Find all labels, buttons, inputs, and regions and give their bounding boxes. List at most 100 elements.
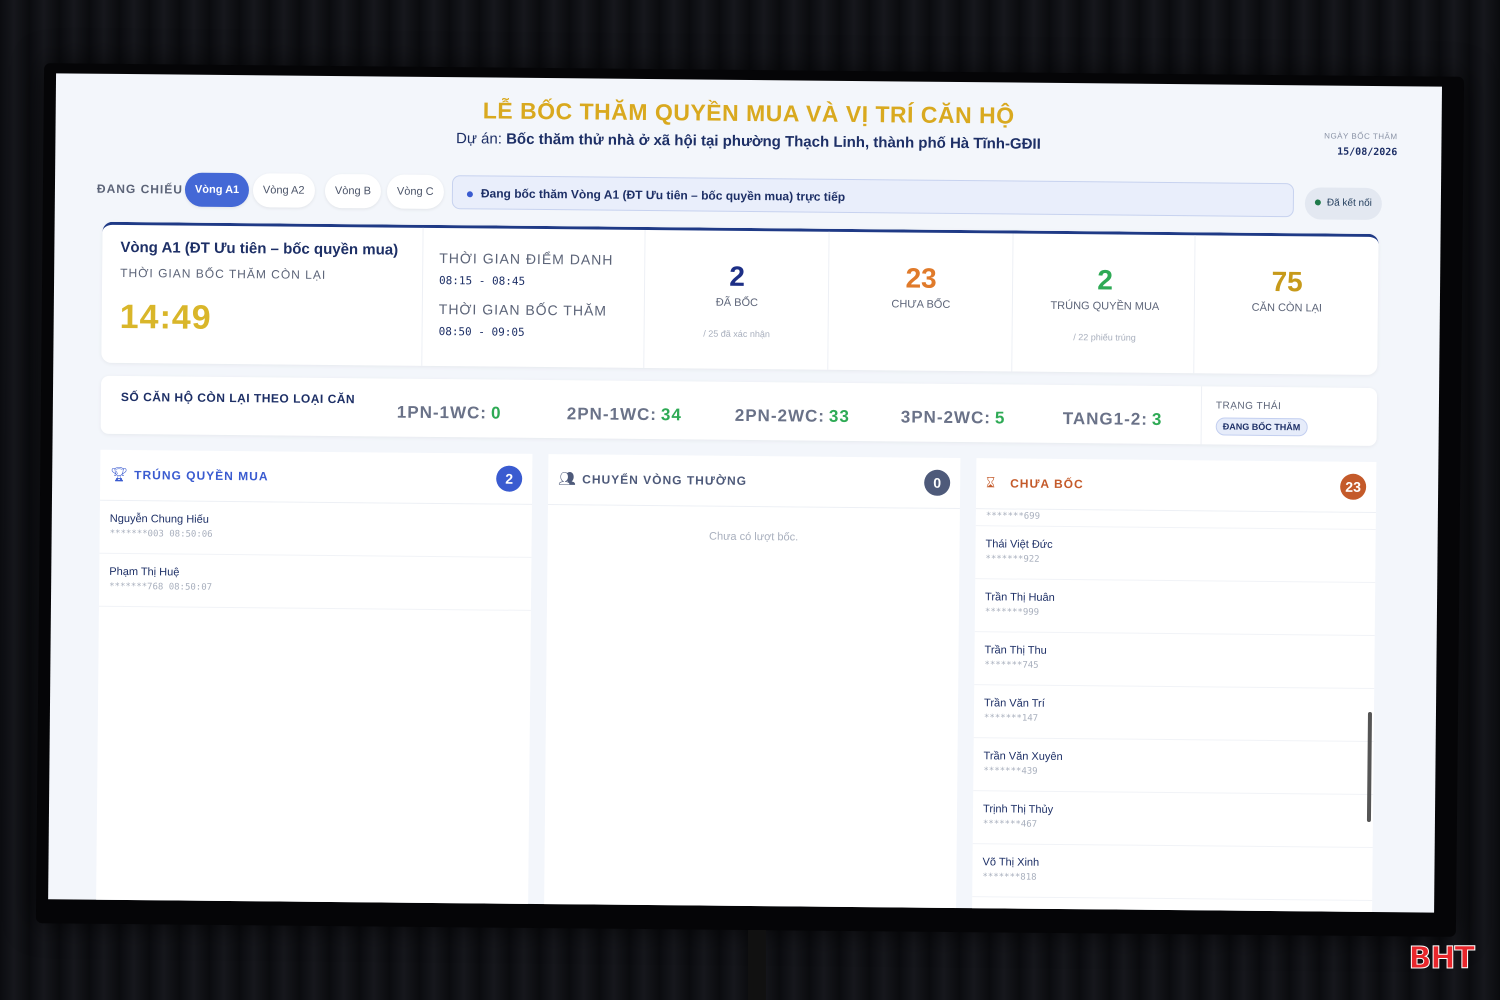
regular-round-header: 👥︎ CHUYỂN VÒNG THƯỜNG 0 bbox=[547, 454, 961, 510]
draw-date-value: 15/08/2026 bbox=[1337, 146, 1398, 159]
person-meta: *******467 bbox=[982, 819, 1038, 830]
person-name: Trần Thị Huân bbox=[985, 591, 1055, 604]
type-3pn-2wc: 3PN-2WC: 5 bbox=[901, 407, 1006, 428]
apartment-types-card: SỐ CĂN HỘ CÒN LẠI THEO LOẠI CĂN 1PN-1WC:… bbox=[100, 375, 1378, 447]
regular-round-count-badge: 0 bbox=[924, 469, 951, 496]
draw-date: NGÀY BỐC THĂM 15/08/2026 bbox=[1324, 131, 1398, 159]
checkin-time: 08:15 - 08:45 bbox=[439, 274, 526, 288]
winners-title: TRÚNG QUYỀN MUA bbox=[134, 468, 269, 484]
regular-round-column: 👥︎ CHUYỂN VÒNG THƯỜNG 0 Chưa có lượt bốc… bbox=[544, 454, 961, 913]
person-name: Nguyễn Chung Hiếu bbox=[109, 512, 209, 526]
stat-label: ĐÃ BỐC bbox=[715, 296, 759, 310]
person-meta: *******003 08:50:06 bbox=[109, 528, 213, 540]
type-count: 3 bbox=[1151, 409, 1163, 429]
type-name: 2PN-2WC: bbox=[734, 405, 826, 426]
type-tang1-2: TANG1-2: 3 bbox=[1063, 409, 1163, 430]
list-item: Phạm Thị Huệ *******768 08:50:07 bbox=[98, 553, 532, 611]
draw-date-label: NGÀY BỐC THĂM bbox=[1324, 131, 1398, 142]
state-label: TRẠNG THÁI bbox=[1215, 400, 1282, 413]
stat-value: 2 bbox=[1097, 264, 1114, 296]
state-badge: ĐANG BỐC THĂM bbox=[1215, 417, 1308, 437]
list-item: Nguyễn Chung Hiếu *******003 08:50:06 bbox=[99, 500, 532, 558]
type-name: TANG1-2: bbox=[1062, 408, 1149, 429]
tab-vong-a2[interactable]: Vòng A2 bbox=[252, 173, 315, 208]
list-item: Trần Thị Huân *******999 bbox=[974, 579, 1376, 637]
remaining-time-label: THỜI GIAN BỐC THĂM CÒN LẠI bbox=[120, 265, 327, 282]
stat-label: CHƯA BỐC bbox=[891, 298, 951, 311]
tab-vong-c[interactable]: Vòng C bbox=[386, 174, 444, 210]
empty-list-message: Chưa có lượt bốc. bbox=[708, 530, 799, 544]
trophy-icon: 🏆︎ bbox=[110, 465, 129, 483]
type-count: 33 bbox=[828, 406, 850, 426]
list-item: Trần Thị Thu *******745 bbox=[974, 632, 1375, 690]
stat-label: TRÚNG QUYỀN MUA bbox=[1050, 299, 1160, 313]
bht-logo: BHT bbox=[1408, 941, 1475, 977]
round-selector: ĐANG CHIẾU Vòng A1 Vòng A2 Vòng B Vòng C… bbox=[97, 170, 1397, 222]
stat-value: 75 bbox=[1271, 265, 1303, 298]
tab-vong-a1[interactable]: Vòng A1 bbox=[184, 172, 250, 208]
person-name: Trần Thị Thu bbox=[984, 644, 1047, 657]
regular-round-title: CHUYỂN VÒNG THƯỜNG bbox=[582, 472, 748, 488]
winners-header: 🏆︎ TRÚNG QUYỀN MUA 2 bbox=[99, 449, 533, 505]
stat-subtext bbox=[829, 330, 1013, 332]
draw-state: TRẠNG THÁI ĐANG BỐC THĂM bbox=[1200, 386, 1308, 446]
tab-vong-b[interactable]: Vòng B bbox=[324, 173, 382, 209]
hourglass-icon: ⌛︎ bbox=[986, 474, 996, 491]
person-meta: *******922 bbox=[985, 554, 1040, 565]
round-timer-block: Vòng A1 (ĐT Ưu tiên – bốc quyền mua) THỜ… bbox=[120, 239, 421, 340]
type-name: 1PN-1WC: bbox=[396, 402, 488, 423]
list-item: Trần Văn Trí *******147 bbox=[973, 685, 1375, 742]
stat-won: 2 TRÚNG QUYỀN MUA / 22 phiếu trúng bbox=[1011, 233, 1198, 374]
type-2pn-1wc: 2PN-1WC: 34 bbox=[567, 404, 682, 425]
project-label: Dự án: bbox=[455, 130, 503, 148]
schedule-block: THỜI GIAN ĐIỂM DANH 08:15 - 08:45 THỜI G… bbox=[421, 227, 643, 368]
connected-dot-icon bbox=[1314, 199, 1321, 206]
draw-time: 08:50 - 09:05 bbox=[438, 325, 525, 339]
stat-drawn: 2 ĐÃ BỐC / 25 đã xác nhận bbox=[643, 229, 830, 370]
person-meta: *******999 bbox=[984, 607, 1040, 618]
person-name: Trần Văn Trí bbox=[984, 697, 1045, 710]
list-item: Trần Văn Xuyên *******439 bbox=[973, 738, 1374, 795]
countdown-timer: 14:49 bbox=[119, 297, 212, 337]
tv-frame: LỄ BỐC THĂM QUYỀN MUA VÀ VỊ TRÍ CĂN HỘ D… bbox=[35, 63, 1465, 937]
stat-label: CĂN CÒN LẠI bbox=[1251, 301, 1323, 315]
page-header: LỄ BỐC THĂM QUYỀN MUA VÀ VỊ TRÍ CĂN HỘ D… bbox=[55, 73, 1442, 178]
now-showing-label: ĐANG CHIẾU bbox=[96, 181, 184, 197]
stat-value: 23 bbox=[905, 262, 937, 294]
type-count: 34 bbox=[660, 405, 682, 425]
pending-column: ⌛︎ CHƯA BỐC 23 *******699 Thái Việt Đức *… bbox=[971, 458, 1377, 913]
pending-header: ⌛︎ CHƯA BỐC 23 bbox=[975, 458, 1377, 514]
person-name: Thái Việt Đức bbox=[985, 538, 1053, 551]
draw-time-label: THỜI GIAN BỐC THĂM bbox=[438, 301, 608, 319]
list-item: Trịnh Thị Thủy *******467 bbox=[972, 791, 1374, 848]
project-name: Bốc thăm thử nhà ở xã hội tại phường Thạ… bbox=[506, 130, 1041, 153]
pending-title: CHƯA BỐC bbox=[1010, 476, 1084, 492]
list-item: Thái Việt Đức *******922 bbox=[975, 526, 1376, 584]
type-name: 2PN-1WC: bbox=[566, 404, 658, 425]
type-1pn-1wc: 1PN-1WC: 0 bbox=[397, 403, 502, 424]
stat-subtext bbox=[1195, 333, 1379, 335]
type-count: 0 bbox=[490, 403, 502, 423]
person-meta: *******818 bbox=[982, 872, 1037, 883]
person-meta: *******147 bbox=[983, 713, 1039, 724]
person-name: Võ Thị Xinh bbox=[982, 856, 1040, 869]
list-item: Võ Thị Xinh *******818 bbox=[972, 844, 1373, 901]
person-meta: *******768 08:50:07 bbox=[109, 581, 213, 593]
round-name: Vòng A1 (ĐT Ưu tiên – bốc quyền mua) bbox=[120, 238, 399, 259]
person-name: Phạm Thị Huệ bbox=[109, 565, 180, 579]
person-meta: *******699 bbox=[985, 511, 1041, 522]
draw-screen: LỄ BỐC THĂM QUYỀN MUA VÀ VỊ TRÍ CĂN HỘ D… bbox=[48, 73, 1443, 913]
stat-value: 2 bbox=[729, 260, 746, 292]
type-count: 5 bbox=[994, 408, 1006, 428]
live-dot-icon bbox=[466, 191, 473, 198]
round-status-card: Vòng A1 (ĐT Ưu tiên – bốc quyền mua) THỜ… bbox=[101, 221, 1380, 376]
connection-status: Đã kết nối bbox=[1304, 187, 1383, 221]
type-2pn-2wc: 2PN-2WC: 33 bbox=[735, 406, 850, 427]
checkin-label: THỜI GIAN ĐIỂM DANH bbox=[439, 250, 614, 268]
stat-not-drawn: 23 CHƯA BỐC bbox=[827, 231, 1014, 372]
apartment-types-label: SỐ CĂN HỘ CÒN LẠI THEO LOẠI CĂN bbox=[120, 389, 356, 407]
person-meta: *******745 bbox=[984, 660, 1039, 671]
stat-subtext: / 22 phiếu trúng bbox=[1073, 332, 1136, 343]
winners-count-badge: 2 bbox=[496, 465, 523, 492]
pending-count-badge: 23 bbox=[1340, 473, 1367, 500]
